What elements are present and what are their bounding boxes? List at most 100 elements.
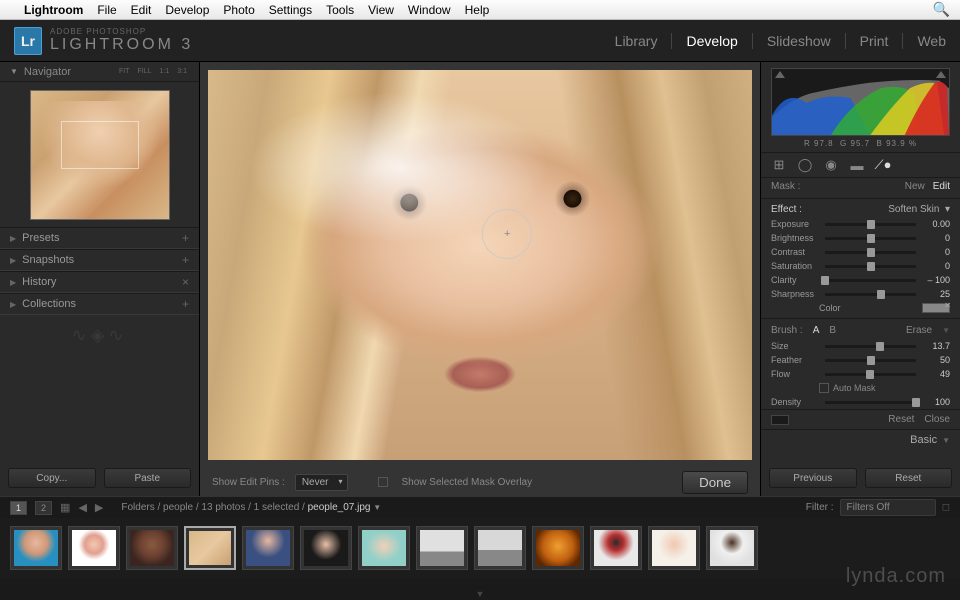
thumb-12[interactable]	[706, 526, 758, 570]
nav-1to1[interactable]: 1:1	[158, 67, 172, 76]
brush-reset[interactable]: Reset	[888, 414, 914, 425]
slider-flow[interactable]: Flow49	[761, 367, 960, 381]
color-swatch[interactable]	[922, 303, 950, 313]
reset-button[interactable]: Reset	[865, 468, 953, 488]
slider-track[interactable]	[825, 345, 916, 348]
navigator-preview[interactable]	[0, 82, 199, 227]
nav-3to1[interactable]: 3:1	[175, 67, 189, 76]
copy-button[interactable]: Copy...	[8, 468, 96, 488]
slider-size[interactable]: Size13.7	[761, 339, 960, 353]
spotlight-icon[interactable]: 🔍	[933, 1, 950, 18]
mask-new[interactable]: New	[905, 181, 925, 192]
slider-track[interactable]	[825, 293, 916, 296]
slider-saturation[interactable]: Saturation0	[761, 259, 960, 273]
brush-panel-footer: Reset Close	[761, 409, 960, 429]
thumb-8[interactable]	[474, 526, 526, 570]
module-print[interactable]: Print	[860, 33, 889, 49]
filmstrip[interactable]	[0, 518, 960, 578]
module-web[interactable]: Web	[917, 33, 946, 49]
thumb-5[interactable]	[300, 526, 352, 570]
breadcrumb[interactable]: Folders / people / 13 photos / 1 selecte…	[121, 502, 381, 513]
slider-track[interactable]	[825, 237, 916, 240]
menu-window[interactable]: Window	[408, 3, 451, 17]
menu-file[interactable]: File	[97, 3, 116, 17]
module-develop[interactable]: Develop	[686, 33, 737, 49]
panel-presets[interactable]: ▶Presets+	[0, 227, 199, 249]
brush-tool-icon[interactable]: ⟋●	[875, 157, 891, 173]
mask-edit[interactable]: Edit	[933, 181, 950, 192]
nav-next-icon[interactable]: ▶	[95, 501, 103, 514]
nav-fill[interactable]: FILL	[136, 67, 154, 76]
brush-a-tab[interactable]: A	[813, 325, 820, 336]
previous-button[interactable]: Previous	[769, 468, 857, 488]
histogram[interactable]: R 97.8 G 95.7 B 93.9 %	[761, 62, 960, 152]
view-1[interactable]: 1	[10, 501, 27, 515]
slider-clarity[interactable]: Clarity– 100	[761, 273, 960, 287]
thumb-4[interactable]	[242, 526, 294, 570]
panel-collections[interactable]: ▶Collections+	[0, 293, 199, 315]
thumb-7[interactable]	[416, 526, 468, 570]
module-slideshow[interactable]: Slideshow	[767, 33, 831, 49]
thumb-3[interactable]	[184, 526, 236, 570]
brush-b-tab[interactable]: B	[829, 325, 836, 336]
grad-filter-tool-icon[interactable]: ▬	[849, 157, 865, 173]
slider-sharpness[interactable]: Sharpness25	[761, 287, 960, 301]
menu-view[interactable]: View	[368, 3, 394, 17]
crop-tool-icon[interactable]: ⊞	[771, 157, 787, 173]
menu-settings[interactable]: Settings	[269, 3, 312, 17]
brush-erase-tab[interactable]: Erase	[906, 325, 932, 336]
menu-tools[interactable]: Tools	[326, 3, 354, 17]
slider-value: 0	[922, 233, 950, 243]
effect-dropdown[interactable]: Soften Skin ▾	[888, 204, 950, 215]
nav-prev-icon[interactable]: ◀	[78, 501, 86, 514]
basic-panel-header[interactable]: Basic▼	[761, 429, 960, 450]
navigator-header[interactable]: ▼ Navigator FIT FILL 1:1 3:1	[0, 62, 199, 82]
slider-track[interactable]	[825, 265, 916, 268]
grid-view-icon[interactable]: ▦	[60, 501, 70, 514]
panel-switch-icon[interactable]	[771, 415, 789, 425]
thumb-0[interactable]	[10, 526, 62, 570]
slider-contrast[interactable]: Contrast0	[761, 245, 960, 259]
slider-track[interactable]	[825, 401, 916, 404]
slider-feather[interactable]: Feather50	[761, 353, 960, 367]
filter-dropdown[interactable]: Filters Off	[840, 499, 936, 516]
view-2[interactable]: 2	[35, 501, 52, 515]
bottom-handle-icon[interactable]: ▼	[476, 589, 485, 599]
menu-app-name[interactable]: Lightroom	[24, 3, 83, 17]
done-button[interactable]: Done	[682, 471, 748, 494]
slider-track[interactable]	[825, 373, 916, 376]
show-mask-overlay-checkbox[interactable]	[378, 477, 388, 487]
menu-develop[interactable]: Develop	[165, 3, 209, 17]
spot-tool-icon[interactable]: ◯	[797, 157, 813, 173]
nav-fit[interactable]: FIT	[117, 67, 132, 76]
panel-history[interactable]: ▶History×	[0, 271, 199, 293]
filter-lock-icon[interactable]: ◻	[942, 502, 950, 513]
automask-label: Auto Mask	[833, 383, 876, 393]
automask-checkbox[interactable]	[819, 383, 829, 393]
menu-help[interactable]: Help	[465, 3, 490, 17]
slider-track[interactable]	[825, 251, 916, 254]
slider-track[interactable]	[825, 223, 916, 226]
shadow-clip-icon[interactable]	[775, 71, 785, 78]
menu-photo[interactable]: Photo	[223, 3, 254, 17]
paste-button[interactable]: Paste	[104, 468, 192, 488]
slider-density[interactable]: Density100	[761, 395, 960, 409]
thumb-6[interactable]	[358, 526, 410, 570]
photo-canvas[interactable]: +	[208, 70, 752, 460]
panel-snapshots[interactable]: ▶Snapshots+	[0, 249, 199, 271]
show-edit-pins-dropdown[interactable]: Never	[295, 474, 348, 491]
module-library[interactable]: Library	[615, 33, 658, 49]
thumb-9[interactable]	[532, 526, 584, 570]
slider-track[interactable]	[825, 279, 916, 282]
menu-edit[interactable]: Edit	[131, 3, 152, 17]
thumb-2[interactable]	[126, 526, 178, 570]
highlight-clip-icon[interactable]	[936, 71, 946, 78]
slider-track[interactable]	[825, 359, 916, 362]
redeye-tool-icon[interactable]: ◉	[823, 157, 839, 173]
thumb-10[interactable]	[590, 526, 642, 570]
slider-brightness[interactable]: Brightness0	[761, 231, 960, 245]
thumb-1[interactable]	[68, 526, 120, 570]
brush-close[interactable]: Close	[924, 414, 950, 425]
slider-exposure[interactable]: Exposure0.00	[761, 217, 960, 231]
thumb-11[interactable]	[648, 526, 700, 570]
